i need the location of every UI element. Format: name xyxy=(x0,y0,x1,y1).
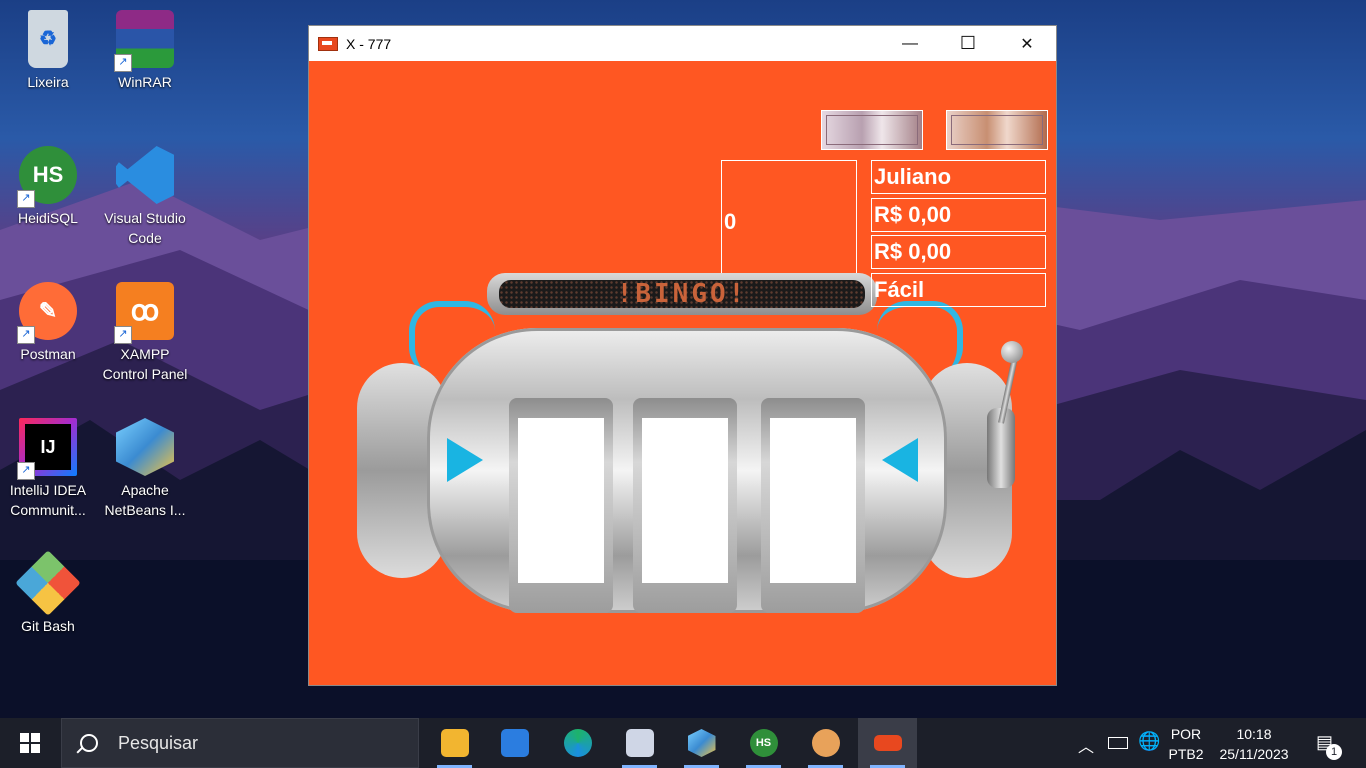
shortcut-arrow-icon: ↗ xyxy=(17,190,35,208)
led-text: !BINGO! xyxy=(499,280,865,308)
winrar-icon: ↗ xyxy=(114,10,174,72)
slot-machine-window: X - 777 — ☐ ✕ 0 Juliano R$ 0,00 R$ 0,00 … xyxy=(308,25,1057,686)
slot-machine-app-icon xyxy=(873,735,902,751)
paint-icon xyxy=(811,729,840,757)
start-button[interactable] xyxy=(0,718,60,768)
search-placeholder: Pesquisar xyxy=(118,732,199,753)
reel-3 xyxy=(770,418,856,583)
right-pointer-icon xyxy=(882,438,918,482)
taskbar-edge[interactable] xyxy=(548,718,607,768)
winnings-field: R$ 0,00 xyxy=(871,235,1046,269)
desktop-icon-winrar[interactable]: ↗ WinRAR xyxy=(97,10,193,92)
shortcut-arrow-icon: ↗ xyxy=(114,54,132,72)
edge-icon xyxy=(563,729,592,757)
taskbar-vpn[interactable] xyxy=(610,718,669,768)
taskbar-netbeans[interactable] xyxy=(672,718,731,768)
git-bash-icon xyxy=(15,550,81,616)
spin-counter: 0 xyxy=(721,160,857,284)
banknote-5-icon[interactable] xyxy=(821,110,923,150)
banknote-10-icon[interactable] xyxy=(946,110,1048,150)
desktop-icon-label: Postman xyxy=(20,346,76,362)
taskbar-slot-machine[interactable] xyxy=(858,718,917,768)
language-code: POR xyxy=(1170,726,1202,742)
reel-1 xyxy=(518,418,604,583)
desktop-icon-label: Git Bash xyxy=(21,618,75,634)
maximize-button[interactable]: ☐ xyxy=(939,26,997,61)
desktop-icon-vscode[interactable]: Visual Studio Code xyxy=(97,146,193,248)
reel-frame xyxy=(509,398,613,613)
taskbar-store[interactable] xyxy=(485,718,544,768)
clock[interactable]: 10:18 25/11/2023 xyxy=(1212,724,1296,764)
shortcut-arrow-icon: ↗ xyxy=(17,462,35,480)
windows-logo-icon xyxy=(20,733,40,753)
taskbar-heidisql[interactable]: HS xyxy=(734,718,793,768)
clock-time: 10:18 xyxy=(1236,726,1272,742)
show-hidden-icons-icon[interactable]: ︿ xyxy=(1078,733,1094,757)
desktop-icon-label: HeidiSQL xyxy=(18,210,78,226)
desktop-icon-label: IntelliJ IDEA Communit... xyxy=(9,482,87,518)
netbeans-icon xyxy=(687,729,716,757)
notification-count-badge: 1 xyxy=(1326,744,1342,760)
balance-field: R$ 0,00 xyxy=(871,198,1046,232)
desktop-icon-label: XAMPP Control Panel xyxy=(102,346,188,382)
desktop-icon-heidisql[interactable]: HS ↗ HeidiSQL xyxy=(0,146,96,228)
difficulty-field: Fácil xyxy=(871,273,1046,307)
taskbar-search[interactable]: Pesquisar xyxy=(61,718,419,768)
vpn-client-icon xyxy=(625,729,654,757)
desktop-icon-label: WinRAR xyxy=(118,74,172,90)
heidisql-icon: HS xyxy=(749,729,778,757)
left-pointer-icon xyxy=(447,438,483,482)
keyboard-layout: PTB2 xyxy=(1168,746,1204,762)
file-explorer-icon xyxy=(440,729,469,757)
taskbar-file-explorer[interactable] xyxy=(425,718,484,768)
clock-date: 25/11/2023 xyxy=(1219,746,1289,762)
slot-machine: !BINGO! xyxy=(357,273,1023,613)
battery-icon[interactable] xyxy=(1108,737,1128,749)
desktop-icon-label: Visual Studio Code xyxy=(104,210,186,246)
led-display: !BINGO! xyxy=(487,273,877,315)
desktop-icon-netbeans[interactable]: Apache NetBeans I... xyxy=(97,418,193,520)
vscode-icon xyxy=(116,146,174,204)
desktop-icon-intellij[interactable]: IJ ↗ IntelliJ IDEA Communit... xyxy=(0,418,96,520)
lever-knob[interactable] xyxy=(1001,341,1023,363)
machine-body xyxy=(427,328,947,613)
reel-2 xyxy=(642,418,728,583)
player-name: Juliano xyxy=(871,160,1046,194)
taskbar-paint[interactable] xyxy=(796,718,855,768)
reel-frame xyxy=(633,398,737,613)
netbeans-icon xyxy=(116,418,174,476)
desktop-icon-xampp[interactable]: ꝏ ↗ XAMPP Control Panel xyxy=(97,282,193,384)
language-indicator[interactable]: POR PTB2 xyxy=(1166,724,1206,764)
intellij-icon: IJ ↗ xyxy=(17,418,77,480)
desktop-icon-label: Lixeira xyxy=(27,74,69,90)
microsoft-store-icon xyxy=(500,729,529,757)
desktop-icon-recycle-bin[interactable]: ♻ Lixeira xyxy=(0,10,96,92)
taskbar: Pesquisar HS ︿ 🌐 POR PTB2 10:18 25/11/20… xyxy=(0,718,1366,768)
minimize-button[interactable]: — xyxy=(881,26,939,61)
postman-icon: ✎ ↗ xyxy=(17,282,77,344)
game-area: 0 Juliano R$ 0,00 R$ 0,00 !BINGO! Fácil xyxy=(309,61,1056,685)
recycle-bin-icon: ♻ xyxy=(28,10,68,68)
desktop-icon-postman[interactable]: ✎ ↗ Postman xyxy=(0,282,96,364)
desktop-icon-label: Apache NetBeans I... xyxy=(104,482,186,518)
close-button[interactable]: ✕ xyxy=(998,26,1056,61)
reel-frame xyxy=(761,398,865,613)
heidisql-icon: HS ↗ xyxy=(17,146,77,208)
shortcut-arrow-icon: ↗ xyxy=(114,326,132,344)
window-title: X - 777 xyxy=(346,35,392,52)
shortcut-arrow-icon: ↗ xyxy=(17,326,35,344)
search-icon xyxy=(80,734,98,752)
app-icon xyxy=(318,36,338,51)
xampp-icon: ꝏ ↗ xyxy=(114,282,174,344)
window-titlebar[interactable]: X - 777 — ☐ ✕ xyxy=(309,26,1056,61)
network-globe-icon[interactable]: 🌐 xyxy=(1138,731,1160,752)
desktop-icon-git-bash[interactable]: Git Bash xyxy=(0,550,96,636)
